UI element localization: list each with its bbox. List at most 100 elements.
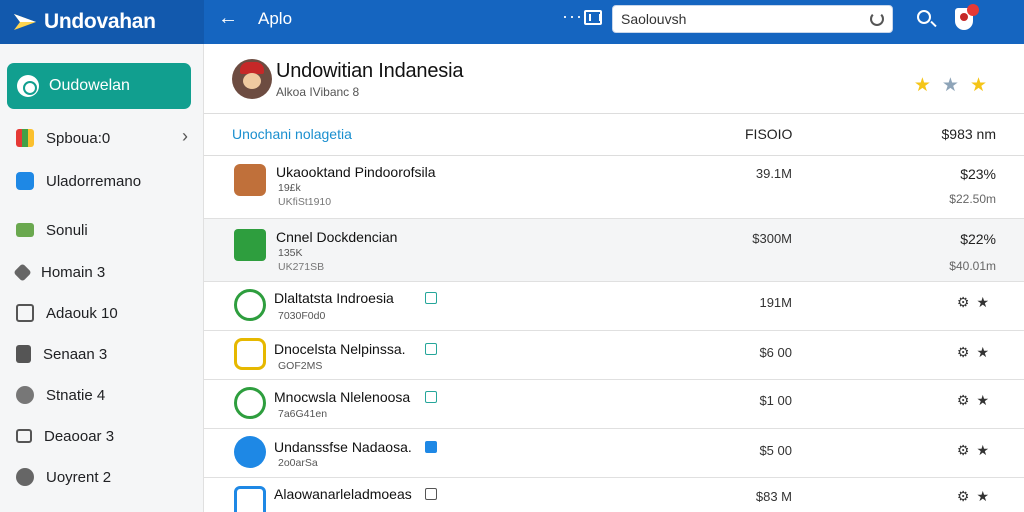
column-header-size[interactable]: FISOIO	[745, 126, 792, 142]
folder-icon	[16, 223, 34, 237]
sidebar-item-label: Sonuli	[46, 221, 88, 239]
tag-icon[interactable]	[425, 441, 437, 453]
row-actions[interactable]: ⚙★	[957, 344, 996, 361]
sidebar-item-homain[interactable]: Homain 3	[13, 260, 196, 284]
row-line2: 2o0arSa	[278, 457, 318, 469]
avatar[interactable]	[232, 59, 272, 99]
row-line2: 19£k	[278, 182, 301, 194]
tag-icon[interactable]	[425, 488, 437, 500]
tag-icon[interactable]	[425, 343, 437, 355]
star-icon[interactable]: ★	[976, 294, 996, 310]
app-icon	[234, 486, 266, 512]
table-row[interactable]: Mnocwsla Nlelenoosa 7a6G41en $1 00 ⚙★	[204, 380, 1024, 429]
app-icon	[234, 338, 266, 370]
row-size: $5 00	[759, 443, 792, 458]
star-icon[interactable]: ★	[914, 75, 942, 96]
star-icon[interactable]: ★	[976, 392, 996, 408]
table-row[interactable]: Dlaltatsta Indroesia 7030F0d0 191M ⚙★	[204, 282, 1024, 331]
row-price: $22%	[960, 231, 996, 247]
document-icon	[16, 345, 31, 363]
brand[interactable]: Undovahan	[0, 0, 204, 44]
brand-logo-icon	[14, 14, 36, 30]
table-row[interactable]: Alaowanarleladmoeas $83 M ⚙★	[204, 478, 1024, 512]
blue-square-icon	[16, 172, 34, 190]
info-icon	[16, 468, 34, 486]
page-title: Aplo	[258, 9, 293, 28]
row-subprice: $22.50m	[949, 192, 996, 206]
search-box	[612, 5, 893, 33]
sidebar-item-label: Deaooar 3	[44, 427, 115, 445]
tag-icon	[13, 262, 32, 282]
sidebar-item-senaan[interactable]: Senaan 3	[16, 342, 196, 366]
row-line3: UKfiSt1910	[278, 196, 332, 208]
more-dots-icon[interactable]: ···	[562, 6, 583, 27]
sidebar-item-label: Senaan 3	[43, 345, 108, 363]
settings-icon[interactable]: ⚙	[957, 442, 977, 458]
sidebar-item-stnatie[interactable]: Stnatie 4	[16, 383, 196, 407]
row-size: 39.1M	[755, 166, 792, 181]
row-actions[interactable]: ⚙★	[957, 488, 996, 505]
sidebar-item-label: Stnatie 4	[46, 386, 106, 404]
sidebar-item-deaooar[interactable]: Deaooar 3	[16, 424, 196, 448]
sidebar-item-adaouk[interactable]: Adaouk 10	[16, 301, 196, 325]
chevron-right-icon[interactable]: ›	[182, 126, 188, 147]
clock-icon	[16, 386, 34, 404]
star-icon[interactable]: ★	[970, 75, 998, 96]
star-icon[interactable]: ★	[976, 488, 996, 504]
row-name: Dlaltatsta Indroesia	[274, 290, 394, 306]
row-name: Mnocwsla Nlelenoosa	[274, 389, 411, 405]
row-name: Alaowanarleladmoeas	[274, 486, 412, 502]
row-subprice: $40.01m	[949, 259, 996, 273]
main-content: Undowitian Indanesia Alkoa IVibanc 8 ★★★…	[204, 44, 1024, 512]
settings-icon[interactable]: ⚙	[957, 294, 977, 310]
table-row[interactable]: Dnocelsta Nelpinssa. GOF2MS $6 00 ⚙★	[204, 331, 1024, 380]
table-header: Unochani nolagetia FISOIO $983 nm	[204, 114, 1024, 156]
settings-icon[interactable]: ⚙	[957, 344, 977, 360]
colored-bars-icon	[16, 129, 34, 147]
row-size: $1 00	[759, 393, 792, 408]
profile-title: Undowitian Indanesia	[276, 60, 464, 82]
sidebar-item-label: Uoyrent 2	[46, 468, 112, 486]
app-icon	[234, 229, 266, 261]
search-input[interactable]	[621, 11, 870, 27]
sidebar-item-uoyrent[interactable]: Uoyrent 2	[16, 465, 196, 489]
refresh-icon[interactable]	[870, 12, 884, 26]
window-icon[interactable]	[584, 10, 602, 25]
star-icon[interactable]: ★	[976, 344, 996, 360]
app-icon	[234, 436, 266, 468]
sidebar-item-label: Uladorremano	[46, 172, 142, 190]
row-actions[interactable]: ⚙★	[957, 392, 996, 409]
arrow-left-icon[interactable]: ←	[218, 7, 238, 30]
tag-icon[interactable]	[425, 391, 437, 403]
rating-stars[interactable]: ★★★	[914, 74, 998, 97]
row-size: $300M	[752, 231, 792, 246]
star-icon[interactable]: ★	[942, 75, 970, 96]
settings-icon[interactable]: ⚙	[957, 392, 977, 408]
column-header-price[interactable]: $983 nm	[942, 126, 996, 142]
row-price: $23%	[960, 166, 996, 182]
tag-icon[interactable]	[425, 292, 437, 304]
sidebar-item-spboua[interactable]: Spboua:0 ›	[16, 126, 196, 150]
search-icon[interactable]	[917, 10, 931, 24]
row-size: 191M	[759, 295, 792, 310]
row-actions[interactable]: ⚙★	[957, 294, 996, 311]
settings-icon[interactable]: ⚙	[957, 488, 977, 504]
table-row[interactable]: Cnnel Dockdencian 135K UK271SB $300M $22…	[204, 219, 1024, 282]
row-line3: UK271SB	[278, 261, 325, 273]
table-row[interactable]: Ukaooktand Pindoorofsila 19£k UKfiSt1910…	[204, 156, 1024, 219]
sidebar-item-active[interactable]: Oudowelan	[7, 63, 191, 109]
table-row[interactable]: Undanssfse Nadaosa. 2o0arSa $5 00 ⚙★	[204, 429, 1024, 478]
notification-badge	[967, 4, 979, 16]
data-table: Unochani nolagetia FISOIO $983 nm Ukaook…	[204, 114, 1024, 512]
sidebar-item-sonuli[interactable]: Sonuli	[16, 218, 196, 242]
brand-name: Undovahan	[44, 10, 156, 33]
sidebar-item-label: Spboua:0	[46, 129, 111, 147]
sidebar-item-uladorremano[interactable]: Uladorremano	[16, 169, 196, 193]
sidebar-item-label: Oudowelan	[49, 77, 130, 94]
row-actions[interactable]: ⚙★	[957, 442, 996, 459]
row-line2: GOF2MS	[278, 360, 323, 372]
app-icon	[234, 387, 266, 419]
top-bar: Undovahan ← Aplo ···	[0, 0, 1024, 44]
star-icon[interactable]: ★	[976, 442, 996, 458]
column-header-name[interactable]: Unochani nolagetia	[232, 126, 352, 142]
